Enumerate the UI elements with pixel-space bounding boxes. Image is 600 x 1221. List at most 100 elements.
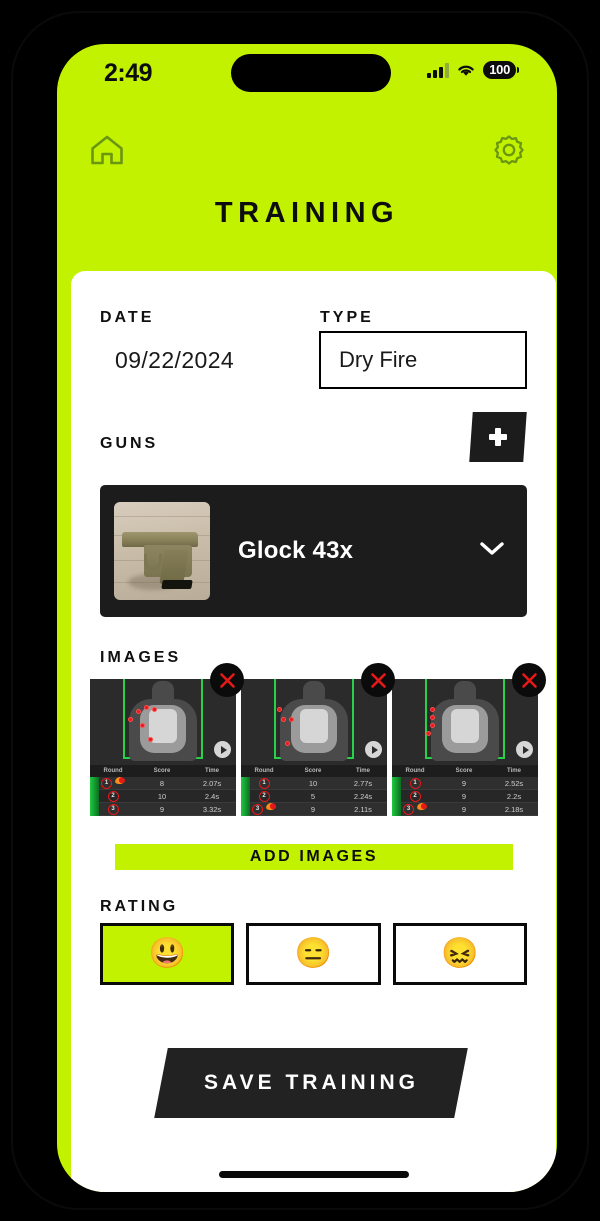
rating-good-emoji: 😃 <box>148 937 186 970</box>
close-icon[interactable] <box>361 663 395 697</box>
battery-level: 100 <box>483 61 516 79</box>
flame-icon <box>265 802 277 811</box>
column-time: Time <box>205 768 219 774</box>
close-icon[interactable] <box>210 663 244 697</box>
column-round: Round <box>405 768 425 774</box>
column-score: Score <box>153 768 171 774</box>
rating-label: RATING <box>100 898 179 915</box>
settings-button[interactable] <box>493 134 525 171</box>
target-hit <box>136 709 141 714</box>
time-cell: 2.24s <box>353 791 373 801</box>
time-cell: 3.32s <box>202 804 222 814</box>
home-button[interactable] <box>89 134 125 172</box>
time-cell: 2.4s <box>204 791 220 801</box>
date-label: DATE <box>100 309 155 326</box>
score-table: Round Score Time 1 8 2.07s 2 10 2.4s 3 9… <box>90 765 236 816</box>
save-training-button[interactable]: SAVE TRAINING <box>154 1048 468 1118</box>
score-cell: 8 <box>159 778 165 788</box>
gun-photo <box>114 502 210 600</box>
target-hit <box>430 715 435 720</box>
flame-icon <box>416 802 428 811</box>
rating-bad-emoji: 😖 <box>441 937 479 970</box>
flame-icon <box>114 776 126 785</box>
image-thumbnail[interactable]: Round Score Time 1 8 2.07s 2 10 2.4s 3 9… <box>90 663 244 816</box>
target-hit <box>281 717 286 722</box>
score-cell: 10 <box>157 791 167 801</box>
play-icon[interactable] <box>516 741 533 758</box>
score-cell: 9 <box>461 804 467 814</box>
score-cell: 9 <box>310 804 316 814</box>
images-label: IMAGES <box>100 649 182 666</box>
gun-card[interactable]: Glock 43x <box>100 485 527 617</box>
cellular-signal-icon <box>427 62 450 78</box>
target-hit <box>152 707 157 712</box>
status-time: 2:49 <box>104 59 153 87</box>
target-hit <box>430 707 435 712</box>
score-table-header: Round Score Time <box>392 765 538 777</box>
target-hit <box>285 741 290 746</box>
score-row: 2 5 2.24s <box>241 790 387 803</box>
top-nav <box>57 129 557 189</box>
score-row: 3 9 2.11s <box>241 802 387 816</box>
rating-row: 😃 😑 😖 <box>100 923 527 985</box>
column-time: Time <box>507 768 521 774</box>
add-images-button[interactable]: ADD IMAGES <box>115 844 513 870</box>
score-table-header: Round Score Time <box>241 765 387 777</box>
plus-icon <box>489 428 507 446</box>
chevron-down-icon[interactable] <box>479 541 505 562</box>
score-row: 1 9 2.52s <box>392 777 538 790</box>
image-thumbnail[interactable]: Round Score Time 1 9 2.52s 2 9 2.2s 3 9 … <box>392 663 546 816</box>
type-value: Dry Fire <box>339 347 418 372</box>
phone-frame: 2:49 100 TRAINING DATE 09/22/2024 TYPE D… <box>13 13 587 1208</box>
target-hit <box>144 705 149 710</box>
battery-icon: 100 <box>483 61 519 79</box>
add-gun-button[interactable] <box>469 412 527 462</box>
play-icon[interactable] <box>214 741 231 758</box>
score-cell: 10 <box>308 778 318 788</box>
type-select[interactable]: Dry Fire <box>319 331 527 389</box>
page-title: TRAINING <box>214 197 400 229</box>
score-row: 2 10 2.4s <box>90 790 236 803</box>
score-row: 1 8 2.07s <box>90 776 236 790</box>
column-score: Score <box>304 768 322 774</box>
type-label: TYPE <box>320 309 374 326</box>
status-indicators: 100 <box>427 61 519 79</box>
image-thumbnail[interactable]: Round Score Time 1 10 2.77s 2 5 2.24s 3 … <box>241 663 395 816</box>
time-cell: 2.2s <box>506 791 522 801</box>
home-indicator <box>218 1171 409 1178</box>
wifi-icon <box>458 65 474 76</box>
score-cell: 9 <box>461 778 467 788</box>
content-card: DATE 09/22/2024 TYPE Dry Fire GUNS Glock… <box>71 271 556 1192</box>
score-table-header: Round Score Time <box>90 765 236 777</box>
save-training-label: SAVE TRAINING <box>203 1071 419 1094</box>
target-hit <box>148 737 153 742</box>
status-bar: 2:49 100 <box>57 44 557 104</box>
play-icon[interactable] <box>365 741 382 758</box>
score-table: Round Score Time 1 9 2.52s 2 9 2.2s 3 9 … <box>392 765 538 816</box>
time-cell: 2.18s <box>504 804 524 814</box>
close-icon[interactable] <box>512 663 546 697</box>
rating-good[interactable]: 😃 <box>100 923 235 985</box>
score-table: Round Score Time 1 10 2.77s 2 5 2.24s 3 … <box>241 765 387 816</box>
target-hit <box>430 723 435 728</box>
gun-name: Glock 43x <box>238 537 354 564</box>
column-time: Time <box>356 768 370 774</box>
column-score: Score <box>455 768 473 774</box>
dynamic-island <box>231 54 391 92</box>
score-cell: 9 <box>159 804 165 814</box>
gear-icon <box>494 135 524 165</box>
date-value[interactable]: 09/22/2024 <box>115 347 234 374</box>
score-row: 3 9 3.32s <box>90 803 236 816</box>
score-row: 3 9 2.18s <box>392 802 538 816</box>
rating-bad[interactable]: 😖 <box>392 923 527 985</box>
target-hit <box>426 731 431 736</box>
target-hit <box>140 723 145 728</box>
target-hit <box>289 717 294 722</box>
column-round: Round <box>254 768 274 774</box>
score-row: 1 10 2.77s <box>241 777 387 790</box>
images-row: Round Score Time 1 8 2.07s 2 10 2.4s 3 9… <box>90 663 546 816</box>
rating-neutral[interactable]: 😑 <box>246 923 381 985</box>
add-images-label: ADD IMAGES <box>249 848 379 865</box>
home-icon <box>91 135 123 165</box>
rating-neutral-emoji: 😑 <box>294 937 333 970</box>
